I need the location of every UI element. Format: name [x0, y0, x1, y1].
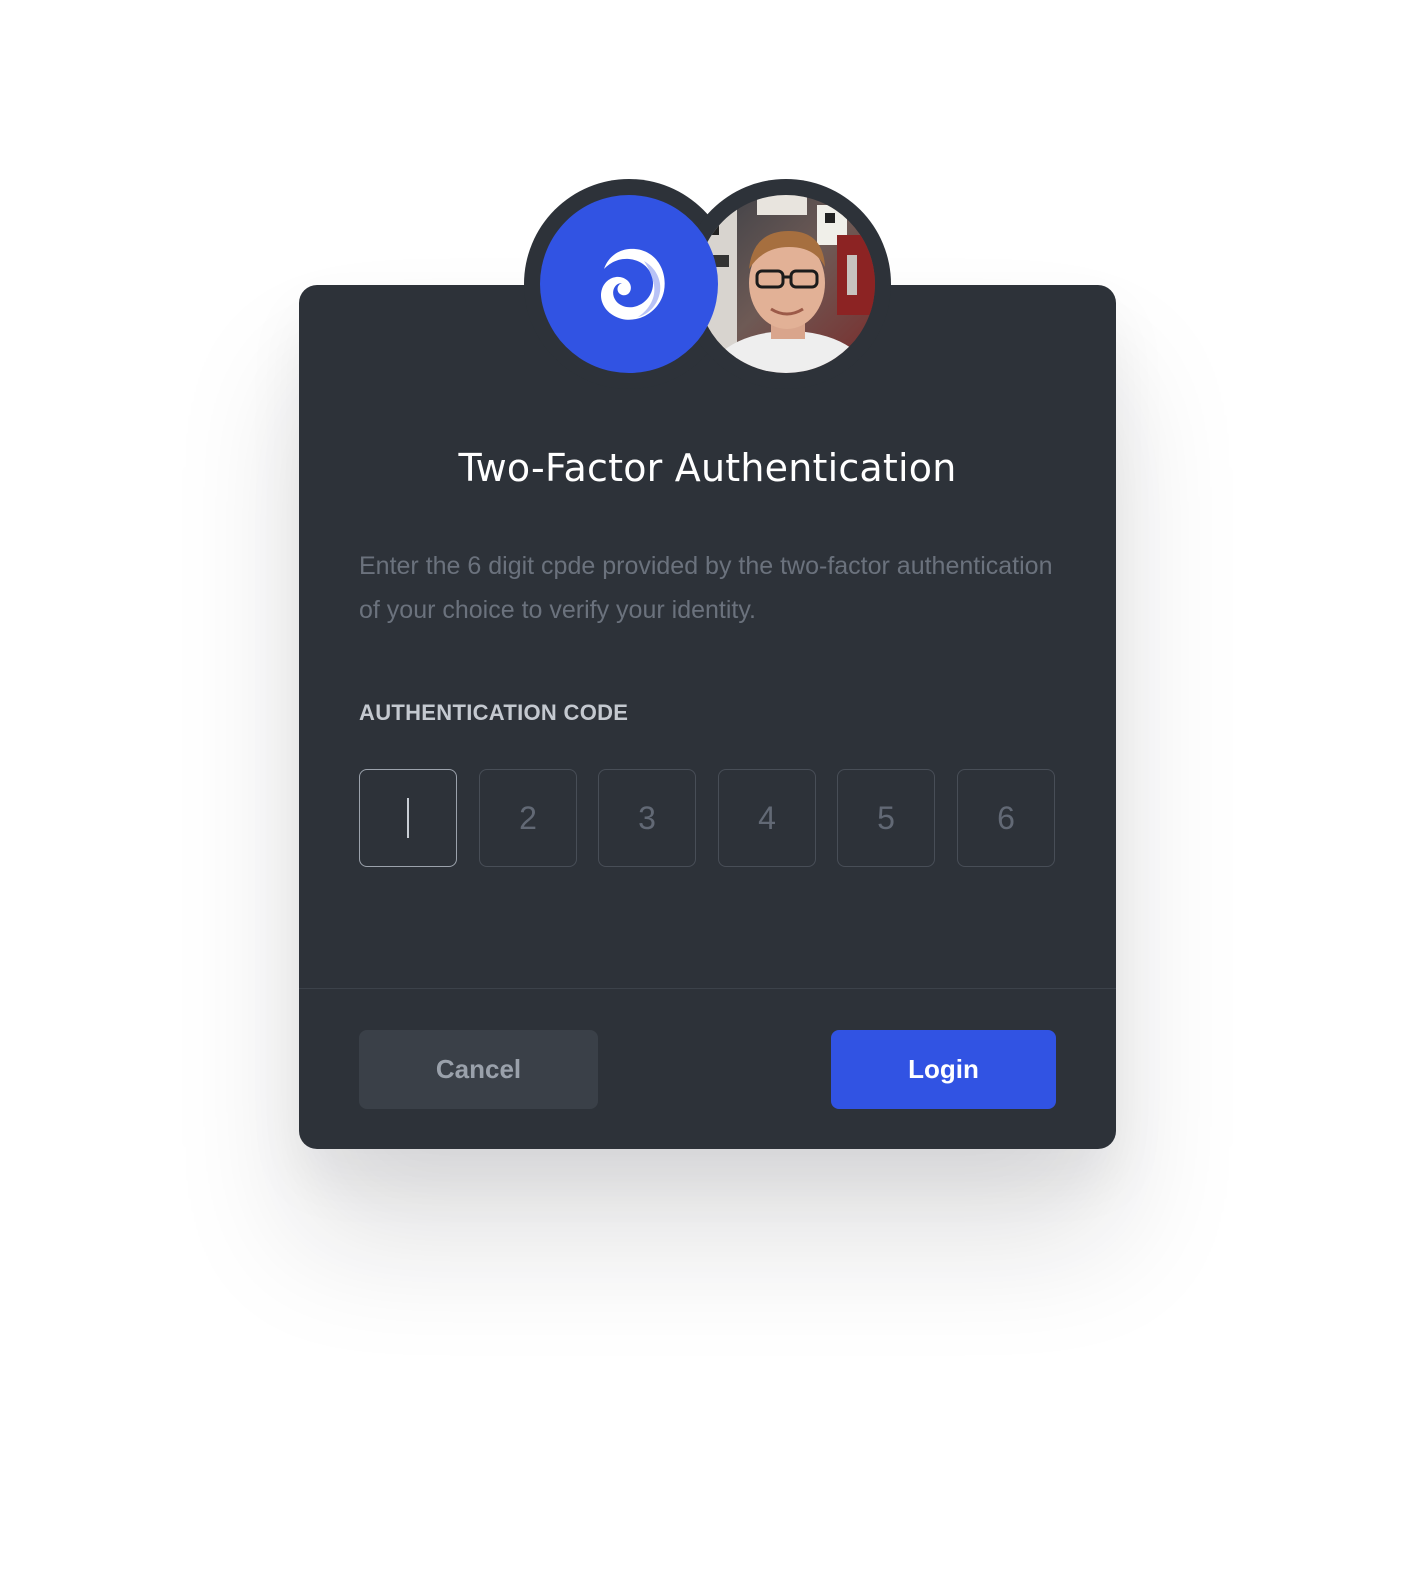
code-digit-1[interactable] [359, 769, 457, 867]
user-photo-icon [697, 195, 875, 373]
cancel-button[interactable]: Cancel [359, 1030, 598, 1109]
code-digit-3[interactable]: 3 [598, 769, 696, 867]
footer-divider [299, 988, 1116, 989]
digit-placeholder: 6 [997, 799, 1015, 836]
digit-placeholder: 4 [758, 799, 776, 836]
text-caret [407, 798, 409, 838]
code-digit-4[interactable]: 4 [718, 769, 816, 867]
user-avatar [697, 195, 875, 373]
dialog-title: Two-Factor Authentication [458, 446, 957, 490]
login-button[interactable]: Login [831, 1030, 1056, 1109]
code-input-row: 2 3 4 5 6 [359, 769, 1059, 869]
code-digit-2[interactable]: 2 [479, 769, 577, 867]
digit-placeholder: 3 [638, 799, 656, 836]
digit-placeholder: 5 [877, 799, 895, 836]
code-digit-5[interactable]: 5 [837, 769, 935, 867]
app-logo-badge [540, 195, 718, 373]
two-factor-stage: Two-Factor Authentication Enter the 6 di… [0, 0, 1420, 1574]
code-digit-6[interactable]: 6 [957, 769, 1055, 867]
dialog-description: Enter the 6 digit cpde provided by the t… [359, 552, 1053, 624]
app-logo-icon [600, 248, 665, 320]
digit-placeholder: 2 [519, 799, 537, 836]
code-label: AUTHENTICATION CODE [359, 700, 629, 725]
